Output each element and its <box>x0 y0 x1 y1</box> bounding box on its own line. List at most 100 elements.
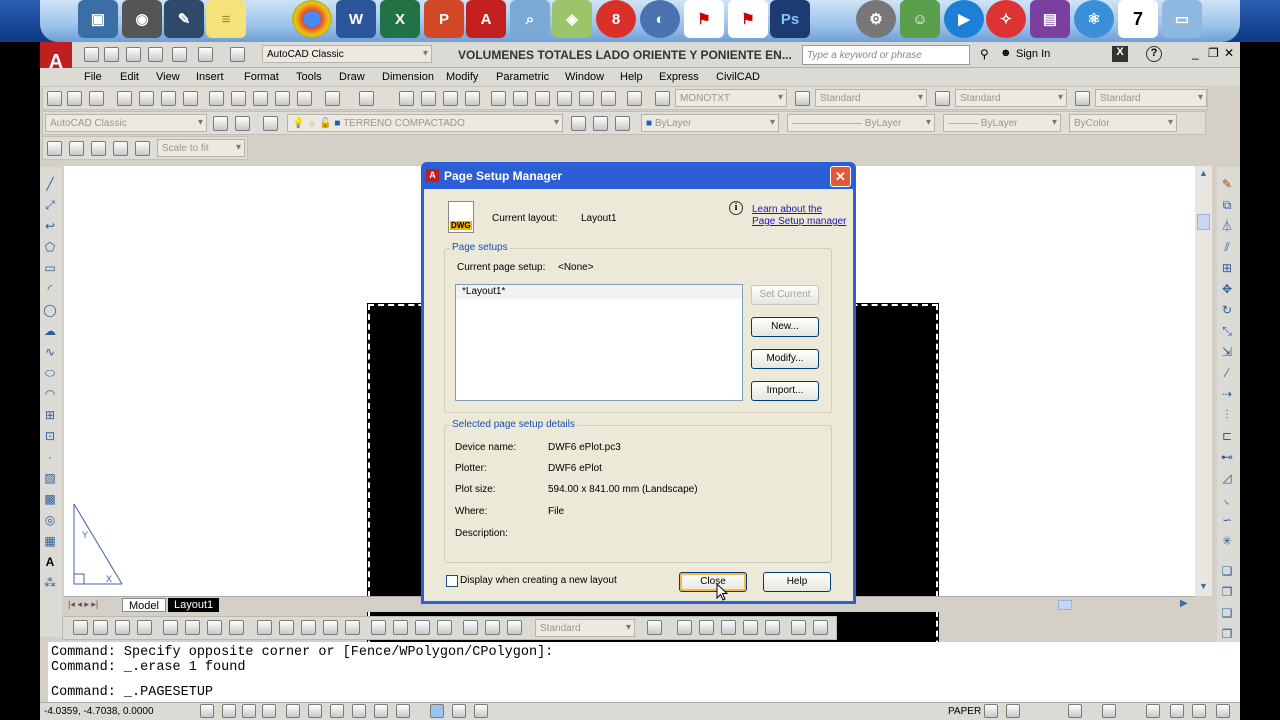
lineweight-select[interactable]: ——— ByLayer <box>943 114 1061 132</box>
layer-previous-icon[interactable] <box>593 116 608 131</box>
excel-icon[interactable]: X <box>380 0 420 38</box>
undo-icon[interactable] <box>325 91 340 106</box>
save-icon[interactable] <box>89 91 104 106</box>
draworder-icon[interactable]: ❏ <box>1220 564 1234 578</box>
dim-edit-icon[interactable] <box>463 620 478 635</box>
angular-icon[interactable] <box>229 620 244 635</box>
markup-icon[interactable] <box>579 91 594 106</box>
dynamic-input-icon[interactable] <box>396 704 410 718</box>
arc-icon[interactable]: ◜ <box>43 282 57 296</box>
coordinates-readout[interactable]: -4.0359, -4.7038, 0.0000 <box>44 706 154 717</box>
blend-icon[interactable]: ∽ <box>1220 513 1234 527</box>
scroll-down-icon[interactable]: ▼ <box>1197 581 1210 594</box>
menu-window[interactable]: Window <box>565 71 604 83</box>
search-input[interactable]: Type a keyword or phrase <box>802 45 970 65</box>
quick-dim-icon[interactable] <box>257 620 272 635</box>
hscroll-thumb[interactable] <box>1058 600 1072 610</box>
array-icon[interactable]: ⊞ <box>1220 261 1234 275</box>
make-current-icon[interactable] <box>571 116 586 131</box>
publish-icon[interactable] <box>161 91 176 106</box>
vertical-scrollbar[interactable]: ▲ ▼ <box>1195 166 1212 596</box>
gear-icon[interactable]: ⚙ <box>856 0 896 38</box>
tool-palettes-icon[interactable] <box>535 91 550 106</box>
command-window[interactable]: Command: Specify opposite corner or [Fen… <box>48 642 1240 704</box>
ucs-origin-icon[interactable] <box>721 620 736 635</box>
3d-dwf-icon[interactable] <box>183 91 198 106</box>
region-icon[interactable]: ◎ <box>43 513 57 527</box>
world-ucs-icon[interactable] <box>699 620 714 635</box>
clip-viewport-icon[interactable] <box>135 141 150 156</box>
move-icon[interactable]: ✥ <box>1220 282 1234 296</box>
infer-constraints-icon[interactable] <box>200 704 214 718</box>
table-icon[interactable]: ▦ <box>43 534 57 548</box>
dim-style-combo[interactable]: Standard <box>535 619 635 637</box>
preview-icon[interactable] <box>139 91 154 106</box>
menu-modify[interactable]: Modify <box>446 71 478 83</box>
office-icon[interactable]: 8 <box>596 0 636 38</box>
winrar-icon[interactable]: ▤ <box>1030 0 1070 38</box>
plotstyle-select[interactable]: ByColor <box>1069 114 1177 132</box>
import-button[interactable]: Import... <box>751 381 819 401</box>
trim-icon[interactable]: ⁄ <box>1220 366 1234 380</box>
object-snap-icon[interactable] <box>308 704 322 718</box>
circle-icon[interactable]: ◯ <box>43 303 57 317</box>
annotation-visibility-icon[interactable] <box>1102 704 1116 718</box>
radius-icon[interactable] <box>163 620 178 635</box>
pan-icon[interactable] <box>399 91 414 106</box>
print-icon[interactable] <box>117 91 132 106</box>
settings-icon[interactable]: ◐ <box>640 0 680 38</box>
plot-icon[interactable] <box>172 47 187 62</box>
mirror-icon[interactable]: ⏃ <box>1220 219 1234 233</box>
media-player-icon[interactable]: ▶ <box>944 0 984 38</box>
binoculars-icon[interactable]: ⚲ <box>980 47 989 61</box>
users-icon[interactable]: ☺ <box>900 0 940 38</box>
stretch-icon[interactable]: ⇲ <box>1220 345 1234 359</box>
table-style-icon[interactable] <box>935 91 950 106</box>
extend-icon[interactable]: ⇢ <box>1220 387 1234 401</box>
command-input[interactable]: Command: _.PAGESETUP <box>51 685 213 700</box>
menu-parametric[interactable]: Parametric <box>496 71 549 83</box>
quick-properties-icon[interactable] <box>474 704 488 718</box>
powerpoint-icon[interactable]: P <box>424 0 464 38</box>
calendar-icon[interactable]: 7 <box>1118 0 1158 38</box>
table-style-select[interactable]: Standard <box>955 89 1067 107</box>
join-icon[interactable]: ⊷ <box>1220 450 1234 464</box>
convert-viewport-icon[interactable] <box>113 141 128 156</box>
spline-icon[interactable]: ∿ <box>43 345 57 359</box>
tab-model[interactable]: Model <box>122 598 166 612</box>
chrome-icon[interactable] <box>292 0 332 38</box>
help-icon[interactable] <box>627 91 642 106</box>
dim-style-select[interactable]: Standard <box>815 89 927 107</box>
notes-icon[interactable]: ≡ <box>206 0 246 38</box>
snap-mode-icon[interactable] <box>222 704 236 718</box>
annotation-scale-icon[interactable] <box>1068 704 1082 718</box>
explode-icon[interactable]: ✳ <box>1220 534 1234 548</box>
page-setup-list[interactable]: *Layout1* <box>455 284 743 401</box>
set-current-button[interactable]: Set Current <box>751 285 819 305</box>
menu-format[interactable]: Format <box>244 71 279 83</box>
redo-icon[interactable] <box>230 47 245 62</box>
continue-icon[interactable] <box>301 620 316 635</box>
menu-insert[interactable]: Insert <box>196 71 224 83</box>
grid-display-icon[interactable] <box>242 704 256 718</box>
dialog-close-icon[interactable]: ✕ <box>830 166 851 187</box>
break-icon[interactable]: ⊏ <box>1220 429 1234 443</box>
learn-link-line2[interactable]: Page Setup manager <box>752 216 847 227</box>
single-viewport-icon[interactable] <box>69 141 84 156</box>
menu-view[interactable]: View <box>156 71 180 83</box>
sign-in-link[interactable]: Sign In <box>1016 48 1050 60</box>
block-editor-icon[interactable] <box>297 91 312 106</box>
workspace-select[interactable]: AutoCAD Classic <box>262 45 432 63</box>
polyline-icon[interactable]: ↩ <box>43 219 57 233</box>
zoom-previous-icon[interactable] <box>465 91 480 106</box>
computer-icon[interactable]: ▣ <box>78 0 118 38</box>
tab-layout1[interactable]: Layout1 <box>168 598 220 612</box>
save-icon[interactable] <box>126 47 141 62</box>
polygon-icon[interactable]: ⬠ <box>43 240 57 254</box>
rectangle-icon[interactable]: ▭ <box>43 261 57 275</box>
ucs-3point-icon[interactable] <box>765 620 780 635</box>
break-point-icon[interactable]: ⫶ <box>1220 408 1234 422</box>
dim-space-icon[interactable] <box>323 620 338 635</box>
text-style-select[interactable]: MONOTXT <box>675 89 787 107</box>
construction-line-icon[interactable]: ⤢ <box>43 198 57 212</box>
